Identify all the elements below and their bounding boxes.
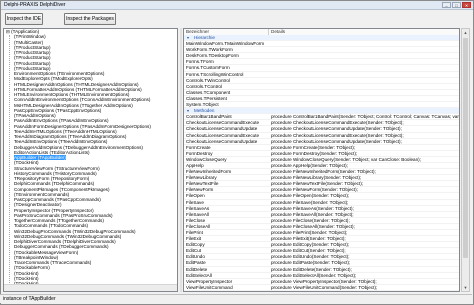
tree-node-label: (TProductStartup) xyxy=(14,60,51,66)
tree-node-label: EnvironmentOptions (TEnvironmentOptions) xyxy=(14,71,105,76)
tree-node-label: ConnAddInEnvironmentOptions (TConnAddInE… xyxy=(14,97,151,103)
row-detail: procedure ViewWindowList(Sender: TObject… xyxy=(271,291,364,292)
scroll-up-icon[interactable]: ▲ xyxy=(462,29,469,36)
tree-node-label: (TPrintWindow) xyxy=(14,34,46,40)
tree-list: ⊟ (TApplication) (TPrintWindow) (TMultiCa… xyxy=(4,29,177,286)
tree-node-label: Win32DebugProCommands (TWin32DebugProCom… xyxy=(14,228,136,234)
row-name: ViewWindowList xyxy=(186,291,219,292)
tree-node-label: (TProductStartup) xyxy=(14,55,51,61)
window-controls: – □ ✕ xyxy=(442,2,471,8)
tree-node-label: (TPasAddInOptions) xyxy=(14,113,56,118)
maximize-icon[interactable]: □ xyxy=(452,2,461,8)
inspect-ide-button[interactable]: Inspect the IDE xyxy=(5,13,43,25)
panel-splitter[interactable] xyxy=(180,28,182,292)
tree-node-label: DebuggerCommands (TDebuggerCommands) xyxy=(14,244,109,250)
tree-node-label: TodoCommands (TTodoCommands) xyxy=(14,223,89,229)
tree-node-label: (TDockHint) xyxy=(14,270,39,276)
minimize-icon[interactable]: – xyxy=(442,2,451,8)
window-title: Delphi-PRAXIS DelphiDiver xyxy=(4,2,66,8)
scroll-down-icon[interactable]: ▼ xyxy=(462,284,469,291)
tree-node-label: (TProductStartup) xyxy=(14,65,51,71)
grid-row[interactable]: ViewWindowList procedure ViewWindowList(S… xyxy=(184,291,459,292)
scroll-thumb[interactable] xyxy=(463,38,468,258)
tree-root-label: (TApplication) xyxy=(11,29,40,34)
title-bar[interactable]: Delphi-PRAXIS DelphiDiver – □ ✕ xyxy=(1,1,473,10)
tree-node-label: (TProductStartup) xyxy=(14,44,51,50)
detail-grid[interactable]: Bezeichner Details ▾ Hierarchie MainWindow… xyxy=(183,28,460,292)
tree-node-label: PasAddInEnvOptions (TPasAddInEnvOptions) xyxy=(14,118,109,124)
tree-node-label: TeeAddInEnvOptions (TTeeAddInEnvOptions) xyxy=(14,139,108,145)
tree-node-label: ModExplorerOpts (TModExplorerOpts) xyxy=(14,76,93,82)
tree-node-label: (TDockableMessageViewForm) xyxy=(14,249,79,255)
tree-node-label: AppBuilder (TAppBuilder) xyxy=(14,155,66,160)
close-icon[interactable]: ✕ xyxy=(462,2,471,8)
tree-node-label: StructureViewForm (TStructureViewForm) xyxy=(14,165,100,171)
status-bar: instance of TAppBuilder xyxy=(0,294,472,303)
tree-node-label: TraceCommands (TTraceCommands) xyxy=(14,260,92,265)
tree-node-label: TRepositoryForm (TRepositoryForm) xyxy=(14,176,90,181)
tree-node-label: (TEnvironmentCommands) xyxy=(14,191,70,197)
tree-node-label: DebuggerAddInOptions (TDebuggerAddInEnvi… xyxy=(14,144,143,150)
tree-root-expander-icon[interactable]: ⊟ xyxy=(6,29,10,34)
tree-horizontal-scrollbar[interactable] xyxy=(4,284,177,291)
tree-node-label: PasCppEnvOptions (TPasCppEnvOptions) xyxy=(14,107,102,113)
status-text: instance of TAppBuilder xyxy=(3,296,56,302)
tree-node-label: DelphiCommands (TDelphiCommands) xyxy=(14,181,95,187)
tree-node-label: (TBreakpointWindow) xyxy=(14,254,59,260)
grid-vertical-scrollbar[interactable]: ▲ ▼ xyxy=(461,28,470,292)
tree-node-label: HTMLEnvironmentOptions (THTMLEnvironment… xyxy=(14,92,130,97)
tree-node-label: HTMLDesignerAddInOptions (THTMLDesignerA… xyxy=(14,81,139,87)
tree-node-label: Win32DebugCommands (TWin32DebugCommands) xyxy=(14,233,122,239)
tree-node-label: ComponentPkImages (TComponentPkImages) xyxy=(14,186,110,192)
toolbar: Inspect the IDE Inspect the Packages xyxy=(1,10,473,29)
tree-node-label: (TDockHint) xyxy=(14,160,39,166)
tree-node-label: (TDockHint) xyxy=(14,275,39,281)
tree-node-label: HistoryCommands (THistoryCommands) xyxy=(14,170,97,176)
tree-node-label: DelphiDiverCommands (TDelphiDiverCommand… xyxy=(14,239,116,244)
tree-node-label: (TMultiCaster) xyxy=(14,39,44,45)
tree-node-label: TeeAddInHTMLOptions (TTeeAddInHTMLOption… xyxy=(14,128,117,134)
tree-node-label: EditorActionLists (TEditorActionLists) xyxy=(14,149,90,155)
tree-node-label: PasAddInFormDesignerOptions (TPasAddInFo… xyxy=(14,123,151,129)
grid-rows: ▾ Hierarchie MainWindowForm.TMainWindowFor… xyxy=(184,35,459,292)
tree-node-label: (TDesignerDeactivator) xyxy=(14,202,62,208)
tree-node-label: (TDockableForm) xyxy=(14,265,50,271)
component-tree[interactable]: ⊟ (TApplication) (TPrintWindow) (TMultiCa… xyxy=(3,28,178,292)
tree-node-label: PasProSruCommands (TPasProSruCommands) xyxy=(14,212,113,218)
tree-node-label: PasCppCommands (TPasCppCommands) xyxy=(14,197,101,202)
tree-node-label: TeeAddInDiagramOptions (TTeeAddInDiagram… xyxy=(14,134,127,139)
tree-node-label: MsHTMLDesignerAddInOptions (TTogether Ad… xyxy=(14,102,133,108)
tree-node-label: (TProductStartup) xyxy=(14,50,51,55)
tree-node-label: HTMLFormatterAddInOptions (THTMLFormatte… xyxy=(14,86,142,92)
tree-node-label: TogetherCommands (TTogetherCommands) xyxy=(14,218,104,223)
tree-node-label: PropertyInspector (TPropertyInspector) xyxy=(14,207,94,213)
inspect-packages-button[interactable]: Inspect the Packages xyxy=(64,13,116,25)
